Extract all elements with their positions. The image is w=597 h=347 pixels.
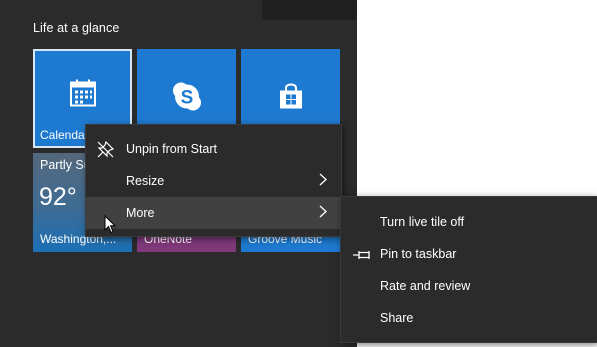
more-submenu: Turn live tile off Pin to taskbar Rate a…	[341, 197, 597, 342]
menu-item-label: Share	[380, 311, 414, 325]
menu-item-label: More	[126, 206, 155, 220]
tile-group-title: Life at a glance	[33, 21, 120, 35]
unpin-icon	[97, 140, 115, 161]
menu-item-resize[interactable]: Resize	[86, 165, 341, 197]
skype-icon: S	[172, 81, 202, 116]
top-shadow-strip	[262, 0, 357, 20]
weather-temperature: 92°	[39, 183, 77, 211]
menu-item-label: Rate and review	[380, 279, 471, 293]
menu-item-label: Resize	[126, 174, 165, 188]
calendar-icon	[69, 78, 96, 111]
menu-item-share[interactable]: Share	[341, 302, 597, 334]
chevron-right-icon	[319, 173, 327, 189]
menu-item-label: Turn live tile off	[380, 215, 465, 229]
tile-context-menu: Unpin from Start Resize More	[86, 125, 341, 236]
menu-item-unpin-from-start[interactable]: Unpin from Start	[86, 133, 341, 165]
menu-item-rate-and-review[interactable]: Rate and review	[341, 270, 597, 302]
menu-item-label: Unpin from Start	[126, 142, 218, 156]
menu-item-more[interactable]: More	[86, 197, 341, 229]
pin-icon	[353, 249, 371, 263]
chevron-right-icon	[319, 205, 327, 221]
menu-item-pin-to-taskbar[interactable]: Pin to taskbar	[341, 238, 597, 270]
menu-item-label: Pin to taskbar	[380, 247, 457, 261]
store-icon	[278, 83, 304, 114]
tile-label: Calendar	[40, 128, 89, 142]
mouse-cursor-icon	[104, 214, 117, 239]
menu-item-turn-live-tile-off[interactable]: Turn live tile off	[341, 206, 597, 238]
svg-text:S: S	[180, 87, 193, 108]
